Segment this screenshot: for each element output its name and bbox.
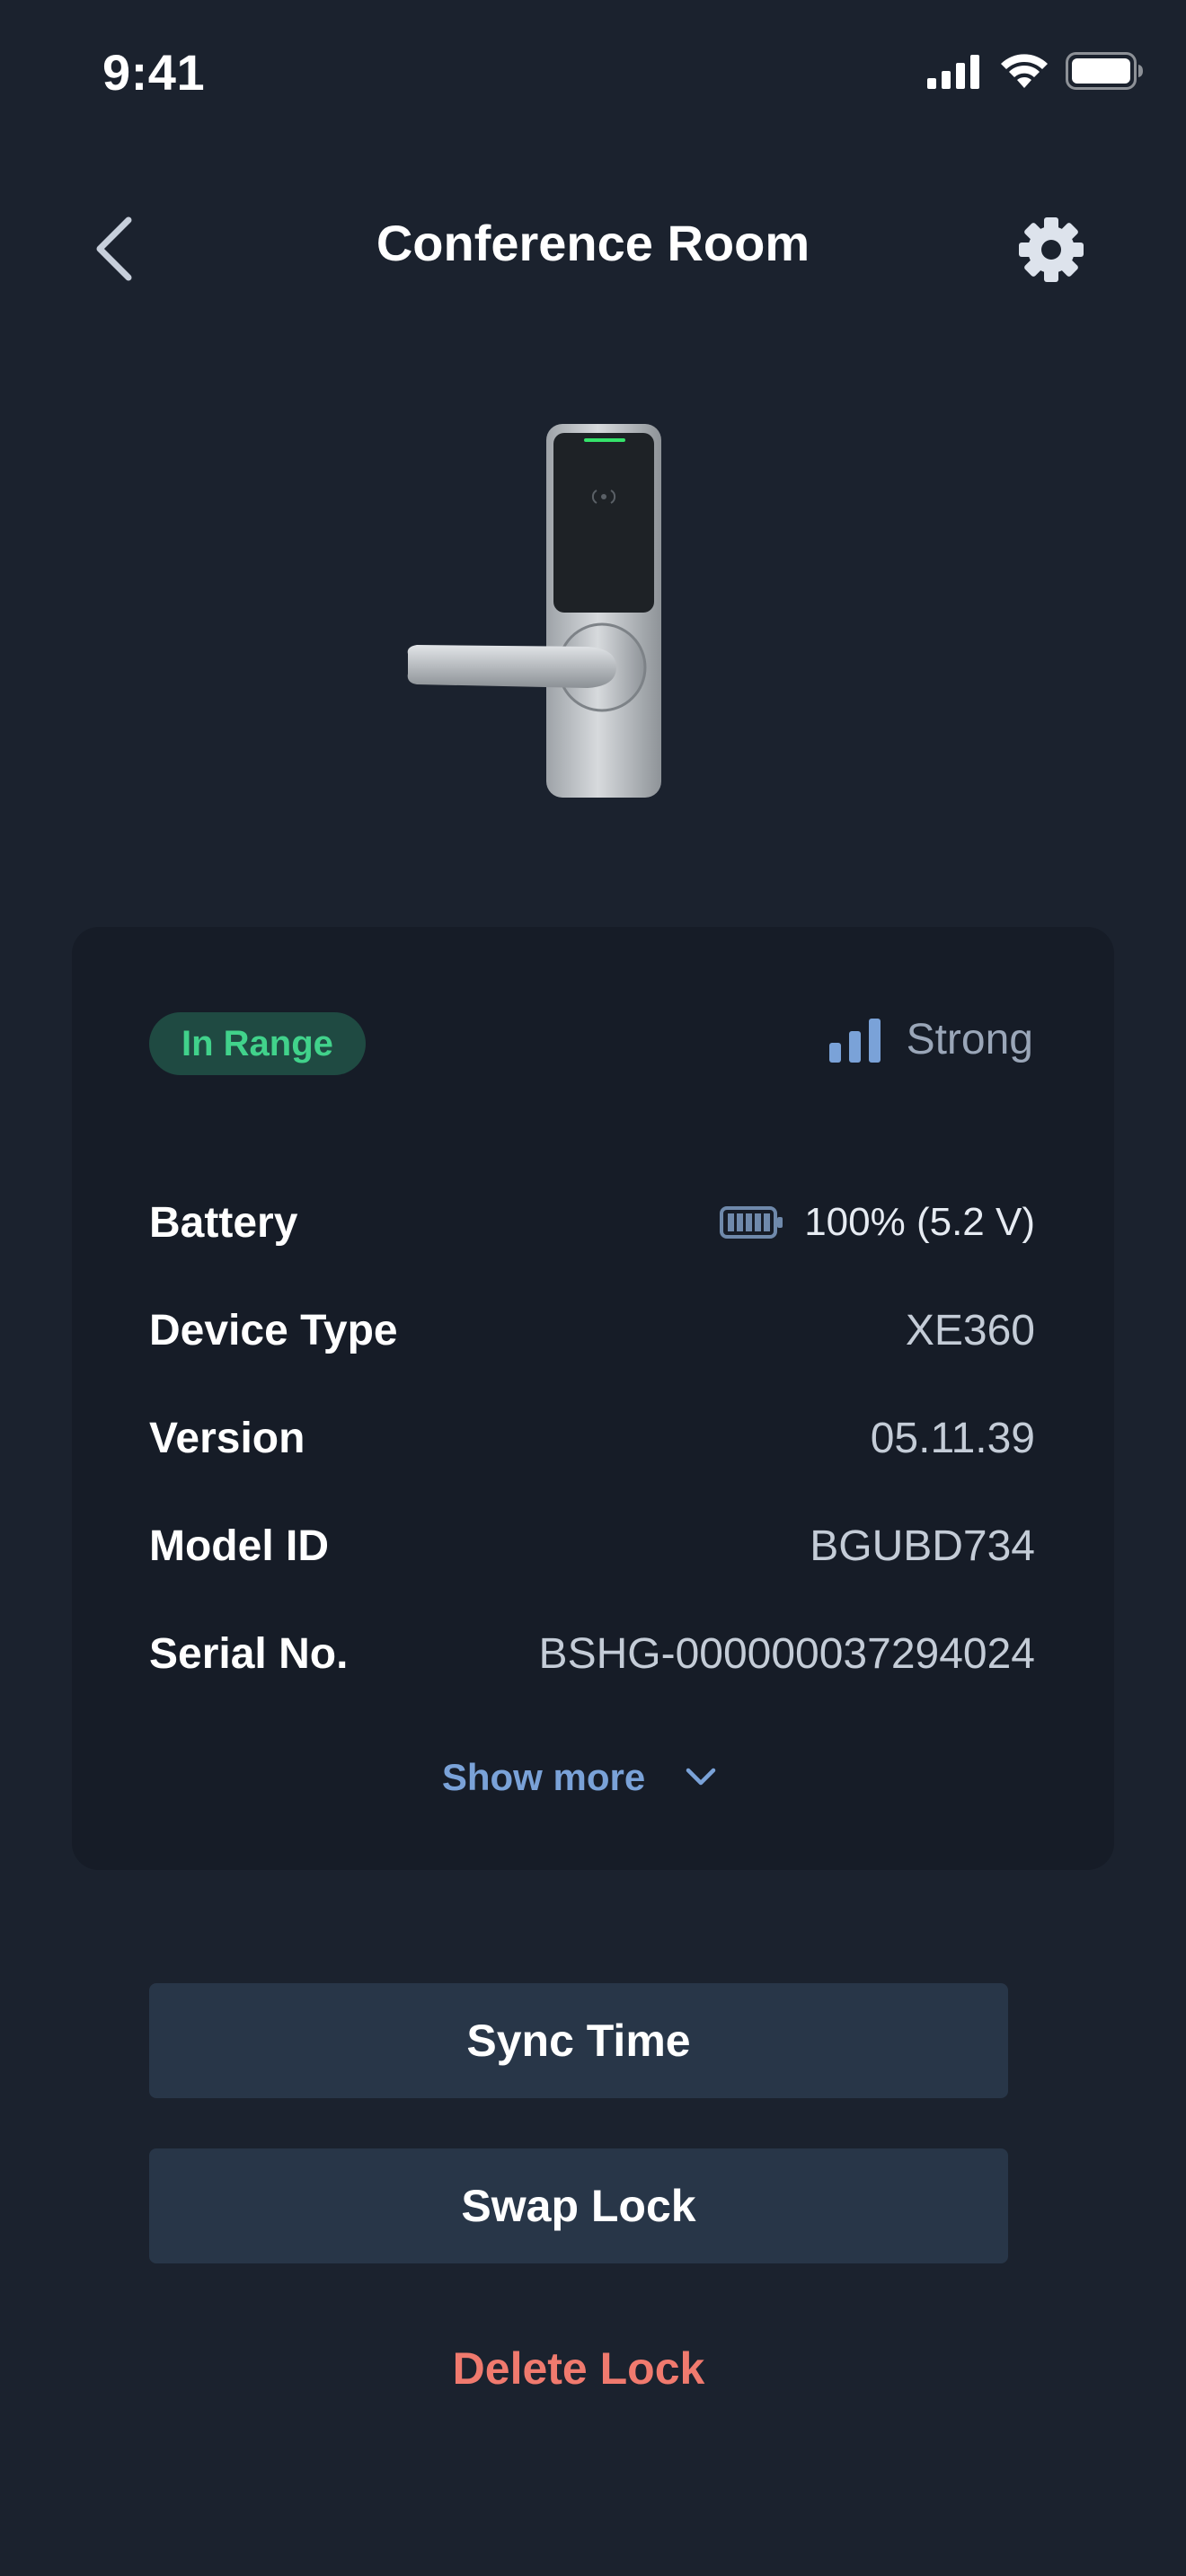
battery-label: Battery: [149, 1199, 298, 1247]
delete-lock-button[interactable]: Delete Lock: [0, 2342, 1157, 2395]
device-type-value: XE360: [905, 1307, 1035, 1354]
serial-no-label: Serial No.: [149, 1630, 349, 1678]
gear-icon: [1019, 217, 1084, 282]
settings-button[interactable]: [1006, 205, 1096, 295]
status-icons: [927, 52, 1145, 90]
signal-strength-icon: [828, 1018, 881, 1063]
signal-strength: Strong: [828, 1015, 1033, 1064]
version-value: 05.11.39: [870, 1415, 1035, 1462]
signal-strength-label: Strong: [906, 1016, 1033, 1063]
range-status-badge: In Range: [149, 1012, 366, 1075]
show-more-label: Show more: [441, 1756, 646, 1798]
model-id-label: Model ID: [149, 1522, 329, 1570]
battery-status-icon: [1066, 52, 1143, 90]
wifi-icon: [1001, 54, 1048, 88]
status-time: 9:41: [102, 44, 206, 101]
show-more-button[interactable]: Show more: [0, 1756, 1159, 1799]
cellular-signal-icon: [927, 55, 979, 89]
lock-product-image: [407, 424, 661, 798]
battery-value-row: 100% (5.2 V): [720, 1200, 1035, 1245]
chevron-down-icon: [686, 1768, 716, 1786]
serial-no-value: BSHG-000000037294024: [538, 1630, 1035, 1678]
device-type-label: Device Type: [149, 1307, 398, 1354]
sync-time-button[interactable]: Sync Time: [149, 1983, 1008, 2098]
swap-lock-button[interactable]: Swap Lock: [149, 2148, 1008, 2263]
model-id-value: BGUBD734: [810, 1522, 1035, 1570]
battery-value: 100% (5.2 V): [804, 1200, 1035, 1244]
battery-icon: [720, 1206, 783, 1239]
version-label: Version: [149, 1415, 305, 1462]
